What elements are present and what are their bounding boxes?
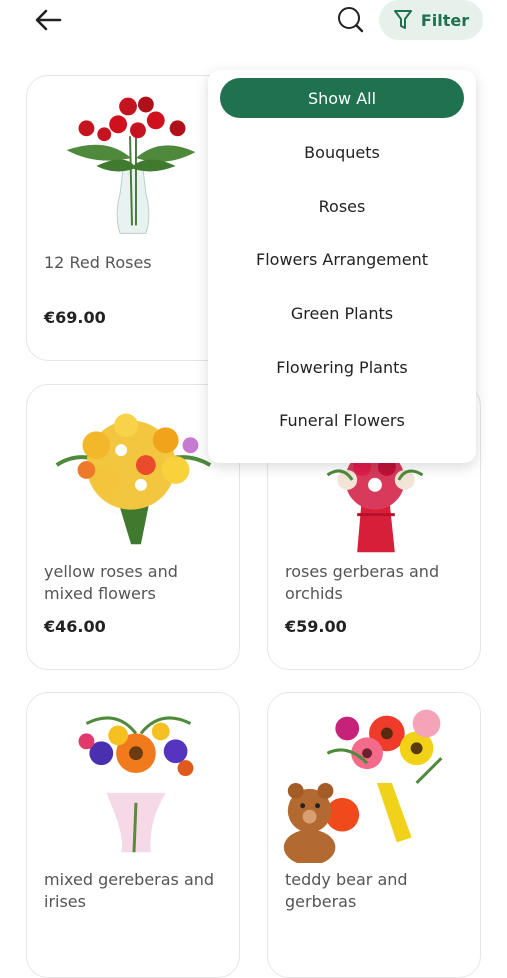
product-price: €59.00 — [285, 617, 347, 636]
product-name: 12 Red Roses — [44, 253, 152, 272]
filter-option-roses[interactable]: Roses — [220, 186, 464, 226]
filter-dropdown: Show All Bouquets Roses Flowers Arrangem… — [208, 70, 476, 463]
product-image — [27, 693, 239, 863]
product-name: yellow roses and mixed flowers — [44, 562, 178, 603]
product-name: mixed gereberas and irises — [44, 870, 215, 911]
filter-option-funeral-flowers[interactable]: Funeral Flowers — [220, 400, 464, 440]
product-image — [268, 693, 480, 863]
filter-option-bouquets[interactable]: Bouquets — [220, 132, 464, 172]
filter-option-green-plants[interactable]: Green Plants — [220, 293, 464, 333]
filter-option-show-all[interactable]: Show All — [220, 78, 464, 118]
product-name: teddy bear and gerberas — [285, 870, 408, 911]
filter-option-flowering-plants[interactable]: Flowering Plants — [220, 347, 464, 387]
product-price: €69.00 — [44, 308, 106, 327]
product-card[interactable]: mixed gereberas and irises — [26, 692, 240, 978]
product-name: roses gerberas and orchids — [285, 562, 440, 603]
filter-option-flowers-arrangement[interactable]: Flowers Arrangement — [220, 239, 464, 279]
product-price: €46.00 — [44, 617, 106, 636]
product-card[interactable]: teddy bear and gerberas — [267, 692, 481, 978]
